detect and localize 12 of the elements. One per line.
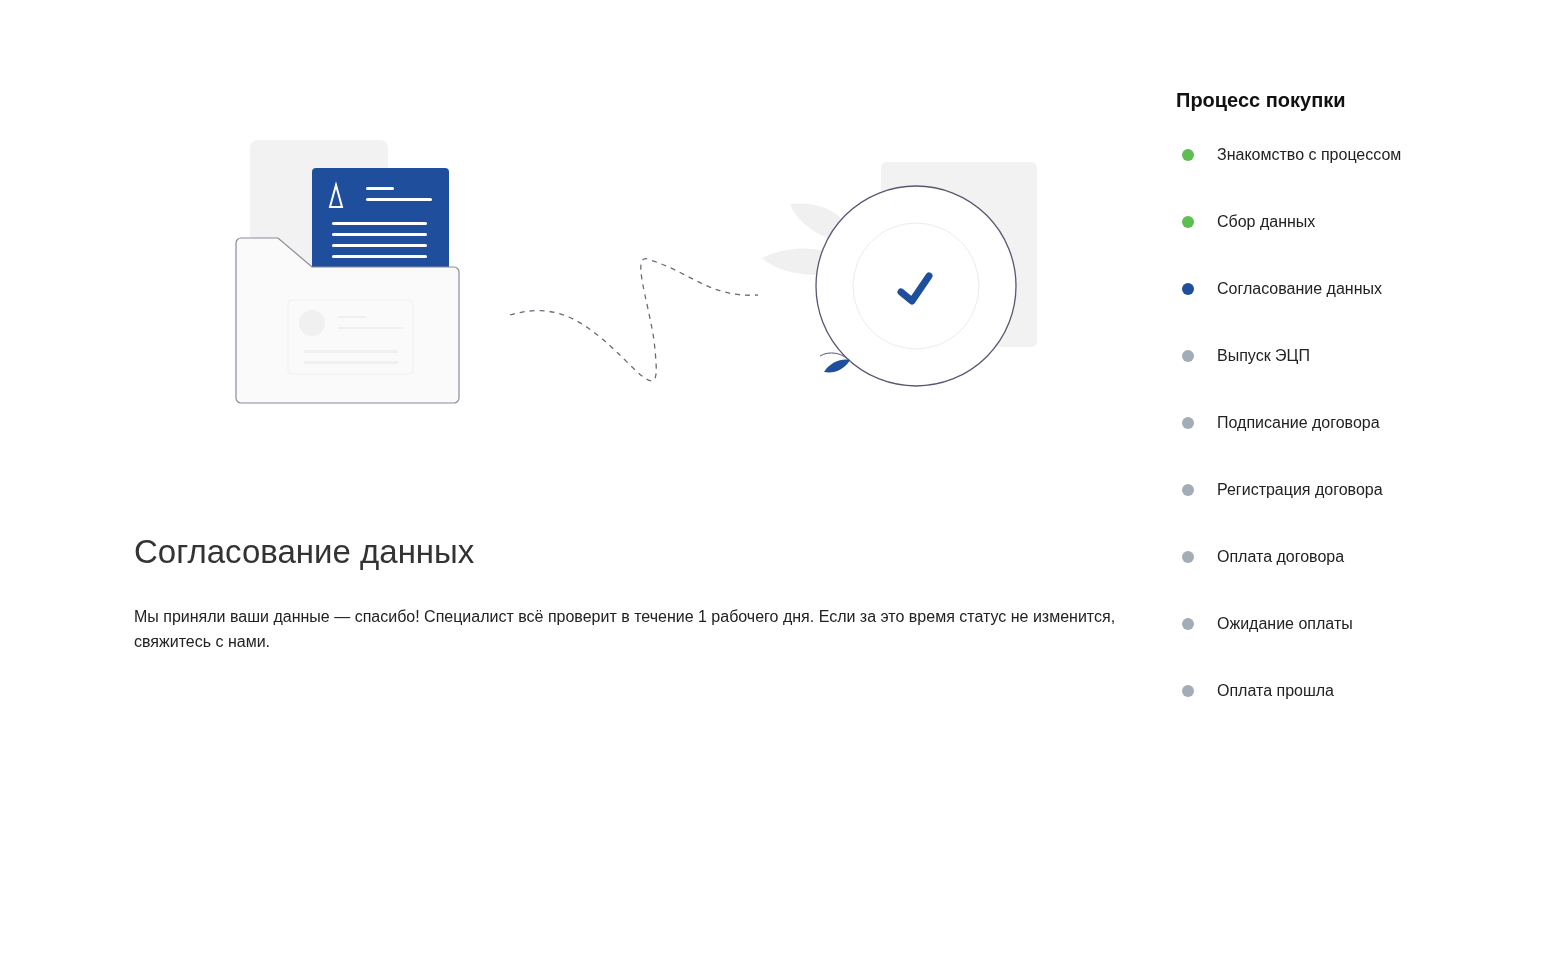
step-label: Подписание договора	[1217, 413, 1380, 433]
step-label: Знакомство с процессом	[1217, 145, 1402, 165]
description-text: Мы приняли ваши данные — спасибо! Специалист всё проверит в течение 1 рабочего дня. Если за это время статус не изменится, свяжитесь с нами.	[134, 607, 1116, 652]
step-label: Оплата прошла	[1217, 681, 1334, 701]
step-label: Регистрация договора	[1217, 480, 1383, 500]
step-label: Оплата договора	[1217, 547, 1345, 567]
page-title: Согласование данных	[134, 532, 476, 572]
step-label: Выпуск ЭЦП	[1217, 346, 1310, 366]
step-label: Согласование данных	[1217, 279, 1382, 299]
sidebar-title: Процесс покупки	[1176, 88, 1347, 113]
step-label: Ожидание оплаты	[1217, 614, 1353, 634]
step-label: Сбор данных	[1217, 212, 1316, 232]
